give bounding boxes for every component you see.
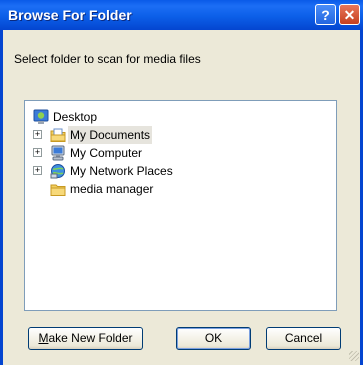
cancel-button[interactable]: Cancel — [266, 327, 341, 350]
my-computer-icon — [50, 145, 66, 161]
tree-item-media-manager[interactable]: media manager — [25, 180, 325, 198]
tree-item-label: Desktop — [53, 110, 98, 124]
expand-toggle[interactable]: + — [33, 148, 42, 157]
folder-tree[interactable]: Desktop + My Documents + My Computer + M… — [24, 100, 337, 311]
tree-item-label: My Documents — [68, 126, 153, 144]
title-bar[interactable]: Browse For Folder ? ✕ — [0, 0, 363, 30]
desktop-icon — [33, 109, 49, 125]
tree-item-label: media manager — [70, 182, 154, 196]
network-places-icon — [50, 163, 66, 179]
close-button[interactable]: ✕ — [339, 4, 360, 25]
folder-icon — [50, 181, 66, 197]
tree-item-my-network-places[interactable]: + My Network Places — [25, 162, 325, 180]
tree-item-my-computer[interactable]: + My Computer — [25, 144, 325, 162]
expand-toggle[interactable]: + — [33, 130, 42, 139]
tree-item-label: My Network Places — [70, 164, 173, 178]
tree-item-label: My Computer — [70, 146, 143, 160]
expand-toggle[interactable]: + — [33, 166, 42, 175]
ok-button[interactable]: OK — [176, 327, 251, 350]
resize-grip[interactable] — [349, 351, 359, 361]
help-button[interactable]: ? — [315, 4, 336, 25]
make-new-folder-button[interactable]: Make New Folder — [28, 327, 143, 350]
description-text: Select folder to scan for media files — [14, 52, 201, 66]
browse-for-folder-dialog: Browse For Folder ? ✕ Select folder to s… — [0, 0, 363, 365]
dialog-title: Browse For Folder — [8, 7, 132, 23]
window-frame-left — [0, 30, 3, 365]
tree-item-my-documents[interactable]: + My Documents — [25, 126, 325, 144]
tree-item-desktop[interactable]: Desktop — [25, 108, 325, 126]
my-documents-folder-icon — [50, 127, 66, 143]
